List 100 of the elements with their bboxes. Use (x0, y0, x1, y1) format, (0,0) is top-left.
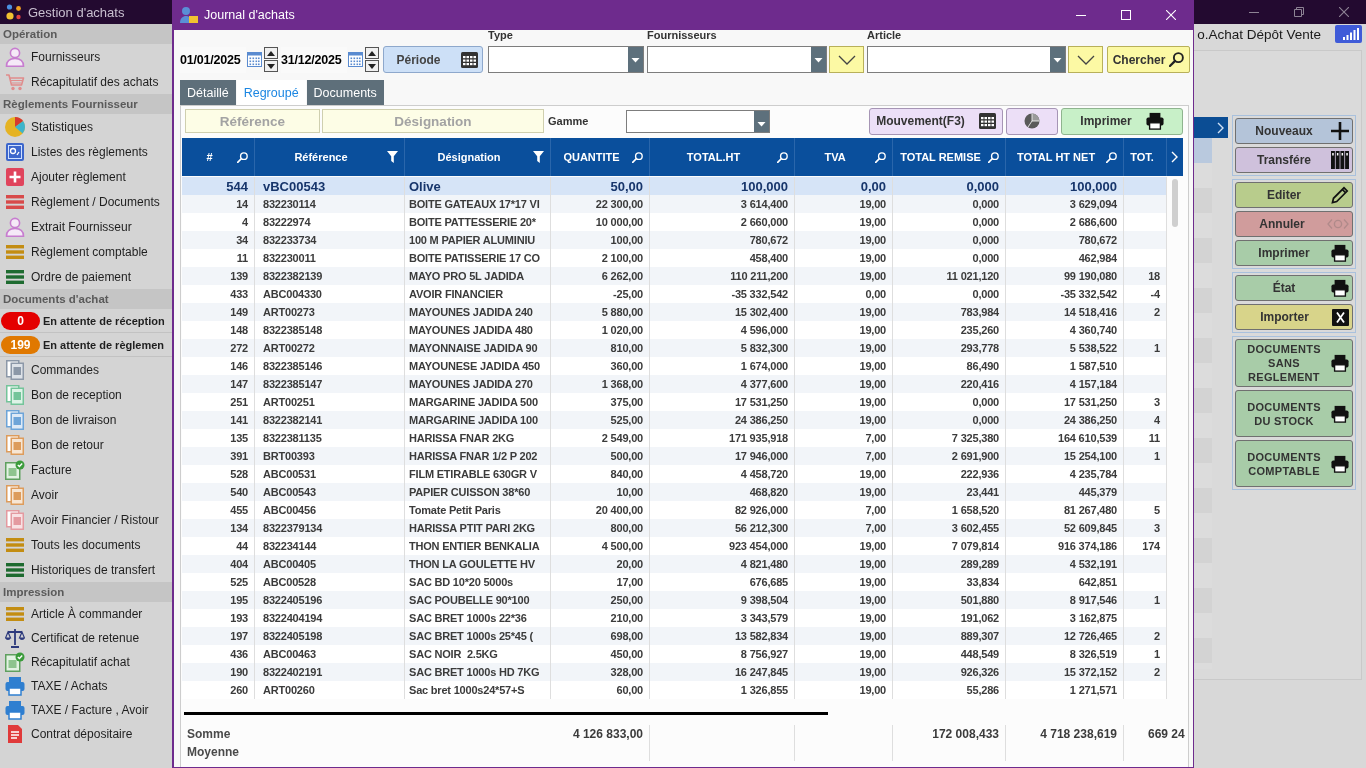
person-icon (180, 6, 198, 24)
person-icon (5, 46, 25, 67)
sidebar-item[interactable]: Bon de retour (0, 432, 172, 457)
sidebar-item[interactable]: Règlement comptable (0, 239, 172, 264)
spin-up-button[interactable] (365, 47, 379, 59)
table-row[interactable]: 139 8322382139 MAYO PRO 5L JADIDA 6 262,00 110 211,200 19,00 11 021,120 99 190,080 18 (182, 267, 1167, 285)
table-row[interactable]: 141 8322382141 MARGARINE JADIDA 100 525,00 24 386,250 19,00 0,000 24 386,250 4 (182, 411, 1167, 429)
search-icon (875, 151, 886, 163)
type-select[interactable] (488, 46, 644, 73)
scrollbar[interactable] (1172, 179, 1178, 227)
document-check-icon (5, 652, 25, 672)
sidebar-item[interactable]: Extrait Fournisseur (0, 214, 172, 239)
sidebar-item[interactable]: Touts les documents (0, 532, 172, 557)
column-header[interactable]: TVA (795, 138, 893, 176)
print-button[interactable]: État (1235, 275, 1353, 301)
table-row[interactable]: 391 BRT00393 HARISSA FNAR 1/2 P 202 500,00 17 946,000 7,00 2 691,900 15 254,100 1 (182, 447, 1167, 465)
calendar-icon (978, 113, 996, 129)
sidebar-item[interactable]: Facture (0, 457, 172, 482)
app-logo-icon (6, 4, 22, 20)
column-header[interactable]: TOTAL HT NET (1006, 138, 1124, 176)
caret-down-icon (1050, 47, 1065, 72)
sidebar-item[interactable]: Fournisseurs (0, 44, 172, 69)
list-icon (6, 562, 24, 577)
restore-icon (1293, 7, 1304, 17)
print-button[interactable]: Imprimer (1235, 240, 1353, 266)
table-row[interactable]: 34 832233734 100 M PAPIER ALUMINIU 100,00 780,672 19,00 0,000 780,672 (182, 231, 1167, 249)
app-title: Gestion d'achats (28, 4, 125, 20)
sidebar-item[interactable]: 199 En attente de règlemen (0, 333, 172, 357)
sidebar-item[interactable]: Historiques de transfert (0, 557, 172, 582)
sidebar-item[interactable]: Listes des règlements (0, 139, 172, 164)
sidebar-item[interactable]: Bon de reception (0, 382, 172, 407)
spin-down-button[interactable] (365, 60, 379, 72)
sidebar-item[interactable]: Bon de livraison (0, 407, 172, 432)
column-header[interactable]: # (182, 138, 255, 176)
sidebar-item[interactable]: Récapitulatif des achats (0, 69, 172, 94)
import-button[interactable]: Importer (1235, 304, 1353, 330)
spin-down-button[interactable] (264, 60, 278, 72)
period-button[interactable]: Période (383, 46, 483, 73)
sidebar-item[interactable]: Ordre de paiement (0, 264, 172, 289)
table-row[interactable]: 149 ART00273 MAYOUNES JADIDA 240 5 880,00 15 302,400 19,00 783,984 14 518,416 2 (182, 303, 1167, 321)
table-row[interactable]: 540 ABC00543 PAPIER CUISSON 38*60 10,00 468,820 19,00 23,441 445,379 (182, 483, 1167, 501)
sidebar-item[interactable]: Statistiques (0, 114, 172, 139)
chart-button[interactable] (1006, 107, 1058, 135)
search-button[interactable]: Chercher (1107, 46, 1190, 73)
column-header[interactable]: Référence (255, 138, 405, 176)
scrollbar[interactable] (184, 712, 828, 715)
summary-value: 4 126 833,00 (551, 725, 650, 743)
column-header[interactable]: Désignation (405, 138, 551, 176)
table-row[interactable]: 147 8322385147 MAYOUNES JADIDA 270 1 368,00 4 377,600 19,00 220,416 4 157,184 (182, 375, 1167, 393)
column-header[interactable]: QUANTITE (551, 138, 650, 176)
sidebar-item[interactable]: Règlement / Documents (0, 189, 172, 214)
minimize-icon (1075, 14, 1086, 16)
column-header[interactable]: TOT. (1124, 138, 1167, 176)
transfer-button[interactable]: Transfére (1235, 147, 1353, 173)
sidebar-item[interactable]: Certificat de retenue (0, 626, 172, 650)
count-badge: 0 (1, 311, 40, 330)
add-button[interactable]: Nouveaux (1235, 118, 1353, 144)
tab[interactable]: Documents (306, 80, 384, 105)
reference-field[interactable]: Référence (185, 109, 320, 133)
table-row[interactable]: 14 832230114 BOITE GATEAUX 17*17 VI 22 300,00 3 614,400 19,00 0,000 3 629,094 (182, 195, 1167, 213)
movement-button[interactable]: Mouvement(F3) (869, 107, 1003, 135)
column-header[interactable]: TOTAL.HT (650, 138, 795, 176)
sidebar-item[interactable]: Avoir (0, 482, 172, 507)
pie-chart-icon (4, 115, 26, 138)
sidebar-item[interactable]: Commandes (0, 357, 172, 382)
supplier-select[interactable] (647, 46, 827, 73)
column-header[interactable]: TOTAL REMISE (893, 138, 1006, 176)
report-button[interactable]: DOCUMENTS COMPTABLE (1235, 440, 1353, 487)
article-select[interactable] (867, 46, 1066, 73)
list-icon (6, 269, 24, 284)
table-row[interactable]: 544 vBC00543 Olive 50,00 100,000 0,00 0,000 100,000 (182, 177, 1167, 195)
triangle-up-icon (368, 50, 376, 56)
summary-label: Moyenne (186, 744, 240, 761)
table-row[interactable]: 134 8322379134 HARISSA PTIT PARI 2KG 800,00 56 212,300 7,00 3 602,455 52 609,845 3 (182, 519, 1167, 537)
range-select[interactable] (626, 109, 770, 133)
summary-value: 172 008,433 (893, 725, 1006, 743)
search-icon (632, 151, 643, 163)
sidebar-item[interactable]: Avoir Financier / Ristour (0, 507, 172, 532)
print-button[interactable]: Imprimer (1061, 107, 1183, 135)
tab[interactable]: Regroupé (236, 80, 306, 105)
sidebar-item[interactable]: Contrat dépositaire (0, 722, 172, 746)
cancel-button[interactable]: Annuler (1235, 211, 1353, 237)
plus-icon (5, 166, 25, 187)
edit-button[interactable]: Editer (1235, 182, 1353, 208)
sidebar-item[interactable]: 0 En attente de réception (0, 309, 172, 333)
sidebar-item[interactable]: Récapitulatif achat (0, 650, 172, 674)
designation-field[interactable]: Désignation (322, 109, 544, 133)
spin-up-button[interactable] (264, 47, 278, 59)
table-row[interactable]: 272 ART00272 MAYONNAISE JADIDA 90 810,00 5 832,300 19,00 293,778 5 538,522 1 (182, 339, 1167, 357)
table-row[interactable]: 197 8322405198 SAC BRET 1000s 25*45 ( 698,00 13 582,834 19,00 889,307 12 726,465 2 (182, 627, 1167, 645)
table-row[interactable]: 190 8322402191 SAC BRET 1000s HD 7KG 328,00 16 247,845 19,00 926,326 15 372,152 2 (182, 663, 1167, 681)
tab[interactable]: Détaillé (180, 80, 236, 105)
report-button[interactable]: DOCUMENTS DU STOCK (1235, 390, 1353, 437)
table-row[interactable]: 404 ABC00405 THON LA GOULETTE HV 20,00 4 821,480 19,00 289,289 4 532,191 (182, 555, 1167, 573)
sidebar-item[interactable]: TAXE / Facture , Avoir (0, 698, 172, 722)
sidebar-item[interactable]: Ajouter règlement (0, 164, 172, 189)
table-row[interactable]: 195 8322405196 SAC POUBELLE 90*100 250,00 9 398,504 19,00 501,880 8 917,546 1 (182, 591, 1167, 609)
report-button[interactable]: DOCUMENTS SANS REGLEMENT (1235, 339, 1353, 387)
sidebar-item[interactable]: Article À commander (0, 602, 172, 626)
sidebar-item[interactable]: TAXE / Achats (0, 674, 172, 698)
